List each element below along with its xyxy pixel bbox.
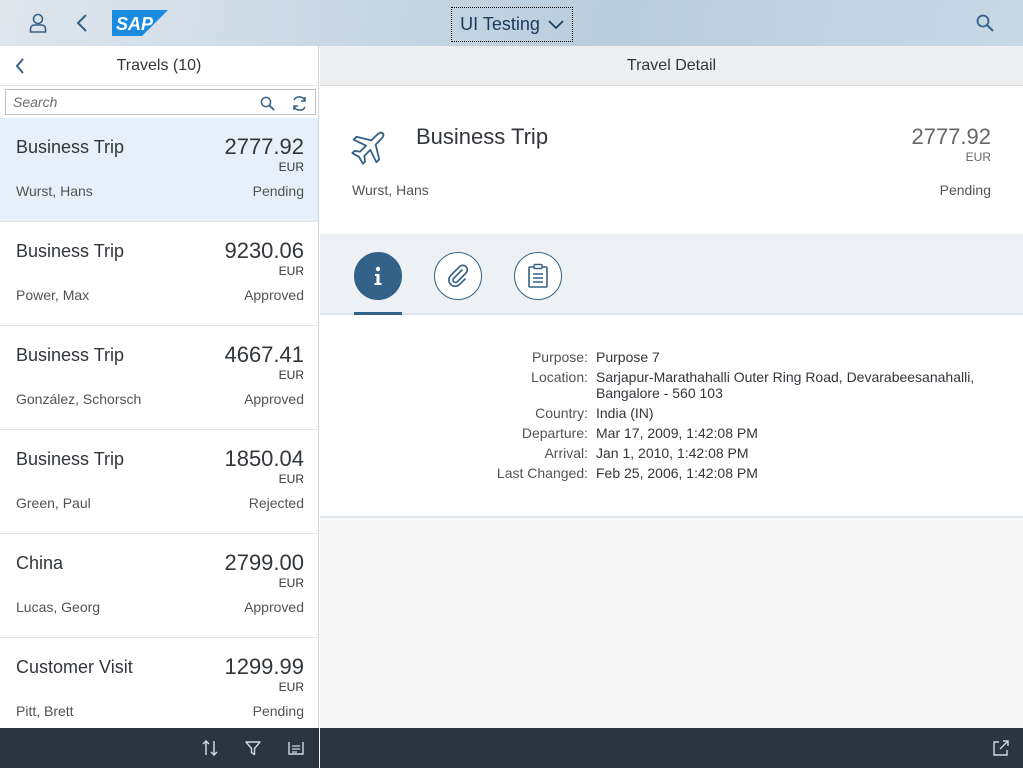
share-icon	[993, 740, 1009, 756]
item-amount: 1850.04	[224, 446, 304, 471]
object-status: Pending	[939, 182, 991, 198]
search-icon[interactable]	[970, 8, 1000, 38]
chevron-left-icon	[15, 58, 24, 74]
object-amount: 2777.92	[911, 124, 991, 149]
item-traveler: Lucas, Georg	[16, 599, 101, 615]
list-item[interactable]: China 2799.00 EUR Lucas, Georg Approved	[0, 534, 318, 638]
app-title-menu[interactable]: UI Testing	[451, 7, 573, 42]
tab-notes[interactable]	[514, 252, 562, 300]
item-amount: 2799.00	[224, 550, 304, 575]
sap-logo: SAP	[112, 10, 168, 36]
group-button[interactable]	[285, 737, 307, 759]
master-footer-toolbar	[0, 728, 319, 768]
sort-icon	[202, 739, 218, 757]
refresh-icon[interactable]	[288, 92, 310, 114]
detail-header: Travel Detail	[320, 46, 1023, 86]
item-currency: EUR	[278, 576, 304, 590]
last-changed-label: Last Changed:	[496, 465, 588, 481]
shell-bar: SAP UI Testing	[0, 0, 1023, 46]
item-traveler: González, Schorsch	[16, 391, 142, 407]
paperclip-icon	[448, 264, 469, 287]
back-icon[interactable]	[67, 8, 97, 38]
tab-attachments[interactable]	[434, 252, 482, 300]
item-traveler: Pitt, Brett	[16, 703, 74, 719]
tab-info[interactable]	[354, 252, 402, 300]
item-status: Rejected	[248, 495, 304, 511]
object-traveler: Wurst, Hans	[352, 182, 429, 198]
item-traveler: Wurst, Hans	[16, 183, 93, 199]
item-currency: EUR	[278, 368, 304, 382]
list-item[interactable]: Business Trip 4667.41 EUR González, Scho…	[0, 326, 318, 430]
location-label: Location:	[531, 369, 588, 385]
search-submit-icon[interactable]	[256, 92, 278, 114]
item-title: Customer Visit	[16, 657, 133, 677]
detail-title: Travel Detail	[626, 56, 717, 74]
item-traveler: Power, Max	[16, 287, 90, 303]
app-title: UI Testing	[460, 14, 540, 34]
purpose-value: Purpose 7	[596, 349, 660, 365]
detail-footer-toolbar	[320, 728, 1023, 768]
item-status: Approved	[244, 391, 304, 407]
item-status: Pending	[252, 183, 304, 199]
item-currency: EUR	[278, 680, 304, 694]
travel-info-form: Purpose: Purpose 7 Location: Sarjapur-Ma…	[320, 315, 1023, 518]
item-amount: 4667.41	[224, 342, 304, 367]
search-input[interactable]	[13, 93, 243, 111]
item-title: Business Trip	[16, 137, 125, 157]
filter-icon	[245, 741, 261, 756]
arrival-value: Jan 1, 2010, 1:42:08 PM	[596, 445, 749, 461]
sort-button[interactable]	[199, 737, 221, 759]
master-title: Travels (10)	[116, 56, 202, 74]
clipboard-icon	[528, 263, 548, 288]
item-currency: EUR	[278, 264, 304, 278]
list-item[interactable]: Customer Visit 1299.99 EUR Pitt, Brett P…	[0, 638, 318, 728]
detail-pane: Travel Detail Business Trip 2777.92 EUR …	[320, 46, 1023, 728]
master-header: Travels (10)	[0, 46, 318, 86]
master-pane: Travels (10) Business Trip 2777.92 EUR W…	[0, 46, 319, 728]
item-status: Approved	[244, 599, 304, 615]
item-title: China	[16, 553, 64, 573]
last-changed-value: Feb 25, 2006, 1:42:08 PM	[596, 465, 758, 481]
country-label: Country:	[535, 405, 588, 421]
search-field[interactable]	[5, 89, 316, 115]
item-amount: 9230.06	[224, 238, 304, 263]
item-amount: 2777.92	[224, 134, 304, 159]
filter-button[interactable]	[242, 737, 264, 759]
item-title: Business Trip	[16, 449, 125, 469]
airplane-icon	[350, 126, 390, 166]
info-icon	[374, 266, 382, 285]
item-title: Business Trip	[16, 241, 125, 261]
sap-logo-text: SAP	[116, 14, 154, 34]
share-button[interactable]	[990, 737, 1012, 759]
user-icon[interactable]	[23, 8, 53, 38]
object-currency: EUR	[965, 150, 991, 164]
arrival-label: Arrival:	[544, 445, 588, 461]
location-value: Sarjapur-Marathahalli Outer Ring Road, D…	[596, 369, 975, 401]
chevron-down-icon	[548, 19, 564, 29]
object-header: Business Trip 2777.92 EUR Wurst, Hans Pe…	[320, 86, 1023, 234]
object-title: Business Trip	[416, 124, 549, 149]
purpose-label: Purpose:	[531, 349, 588, 365]
list-item[interactable]: Business Trip 1850.04 EUR Green, Paul Re…	[0, 430, 318, 534]
list-item[interactable]: Business Trip 9230.06 EUR Power, Max App…	[0, 222, 318, 326]
travel-list: Business Trip 2777.92 EUR Wurst, Hans Pe…	[0, 118, 318, 728]
departure-value: Mar 17, 2009, 1:42:08 PM	[596, 425, 758, 441]
item-status: Approved	[244, 287, 304, 303]
departure-label: Departure:	[521, 425, 588, 441]
item-traveler: Green, Paul	[16, 495, 91, 511]
item-currency: EUR	[278, 472, 304, 486]
icon-tab-bar	[320, 234, 1023, 315]
item-title: Business Trip	[16, 345, 125, 365]
group-icon	[288, 742, 304, 755]
list-item[interactable]: Business Trip 2777.92 EUR Wurst, Hans Pe…	[0, 118, 318, 222]
country-value: India (IN)	[596, 405, 654, 421]
item-status: Pending	[252, 703, 304, 719]
nav-back-button[interactable]	[10, 56, 30, 76]
item-currency: EUR	[278, 160, 304, 174]
item-amount: 1299.99	[224, 654, 304, 679]
